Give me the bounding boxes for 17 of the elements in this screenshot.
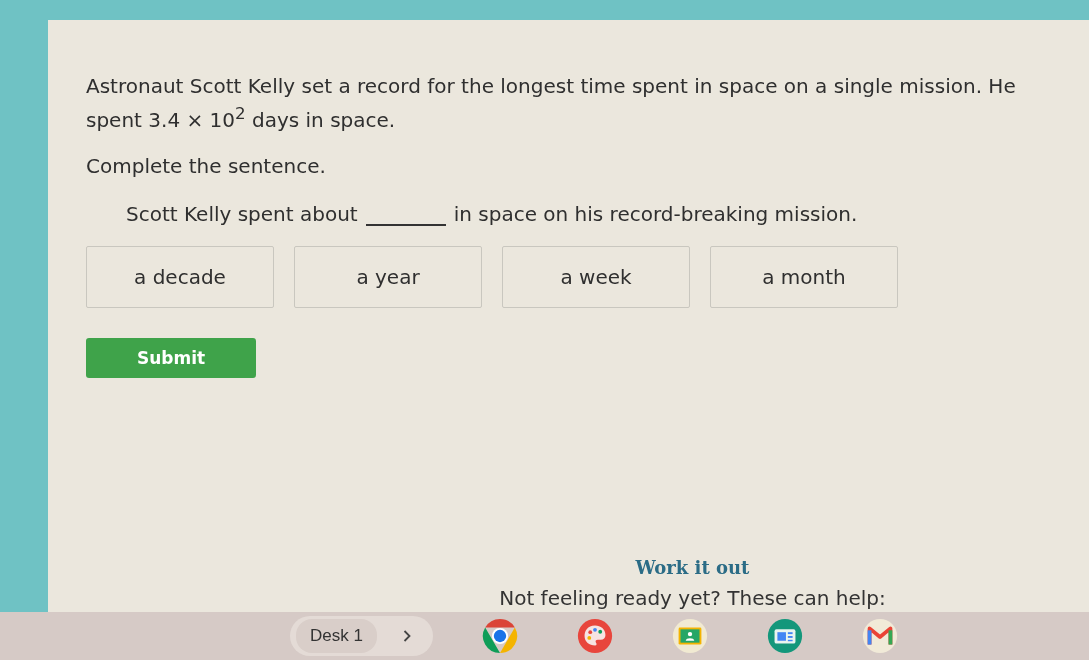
answer-choice[interactable]: a year: [294, 245, 482, 308]
instruction-text: Complete the sentence.: [86, 153, 327, 178]
answer-choice[interactable]: a decade: [86, 245, 274, 308]
chevron-icon: [402, 630, 411, 642]
sentence-text: Scott Kelly spent about: [126, 201, 358, 226]
question-text: Astronaut Scott Kelly set a record for the longest time spent in space on a single mission. He spent 3.4 × 10$^{2}$ days in space.: [86, 73, 1017, 134]
help-prompt-text: Not feeling ready yet? These can help:: [499, 586, 886, 610]
desk-button[interactable]: Desk 1: [290, 616, 433, 656]
work-it-out-heading: Work it out: [635, 557, 750, 578]
browser-icon[interactable]: [480, 617, 519, 655]
chalkboard-icon[interactable]: [670, 617, 709, 655]
answer-choice[interactable]: a week: [502, 245, 690, 308]
sentence-text: in space on his record-breaking mission.: [453, 201, 858, 226]
mail-icon[interactable]: [860, 617, 899, 655]
news-card-icon[interactable]: [765, 617, 804, 655]
answer-choice[interactable]: a month: [710, 245, 898, 308]
palette-icon[interactable]: [575, 617, 614, 655]
